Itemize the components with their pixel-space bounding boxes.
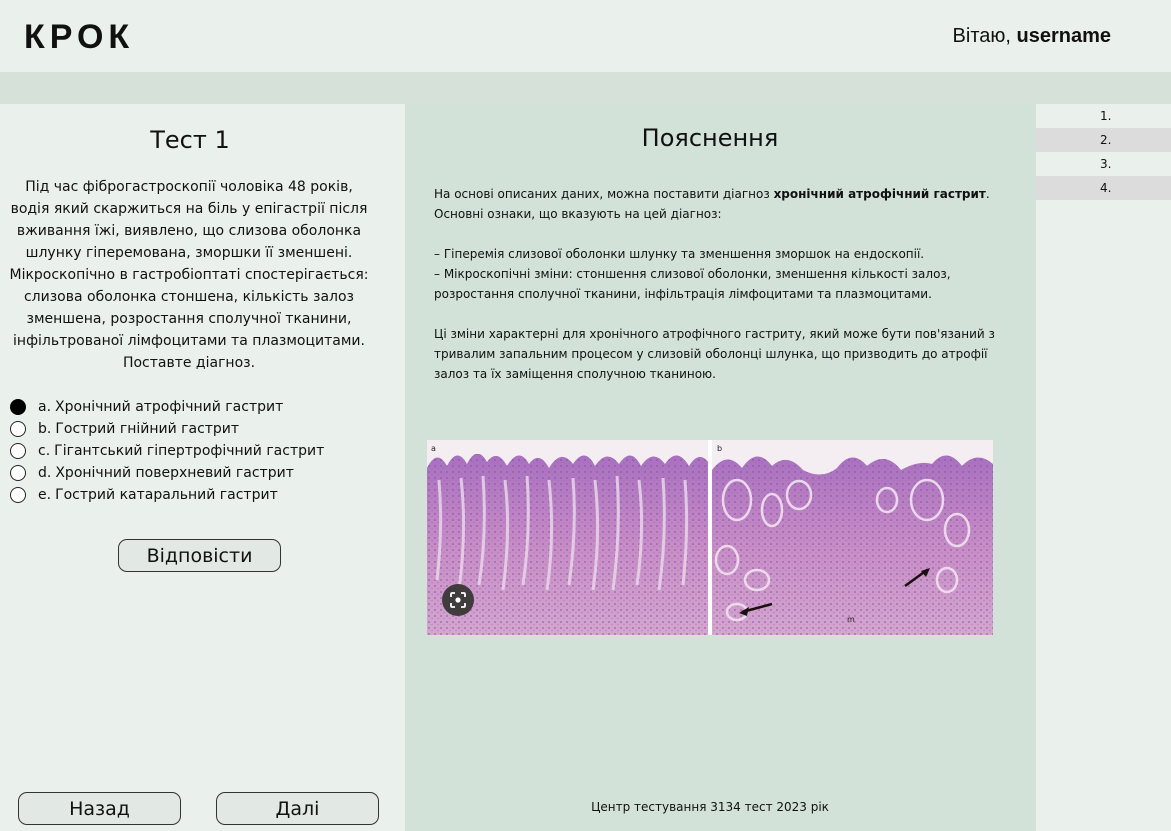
option-text: Гострий гнійний гастрит xyxy=(55,421,240,437)
option-key: b. xyxy=(38,421,52,437)
radio-e[interactable] xyxy=(10,487,26,503)
intro-after: . xyxy=(985,187,990,201)
greeting-prefix: Вітаю, xyxy=(952,25,1017,47)
app-logo[interactable]: КРОК xyxy=(24,18,134,57)
option-b[interactable]: b. Гострий гнійний гастрит xyxy=(10,418,400,440)
panel-label-a: a xyxy=(431,444,436,453)
option-key: e. xyxy=(38,487,52,503)
question-text: Під час фіброгастроскопії чоловіка 48 ро… xyxy=(9,179,369,371)
header-divider-band xyxy=(0,72,1171,104)
panel-label-m: m xyxy=(847,615,855,624)
radio-c[interactable] xyxy=(10,443,26,459)
back-button[interactable]: Назад xyxy=(18,792,181,825)
explanation-conclusion: Ці зміни характерні для хронічного атроф… xyxy=(434,327,995,381)
next-button[interactable]: Далі xyxy=(216,792,379,825)
option-text: Гігантський гіпертрофічний гастрит xyxy=(54,443,325,459)
answer-options: a. Хронічний атрофічний гастрит b. Гострий… xyxy=(10,396,400,506)
question-link-3[interactable]: 3. xyxy=(1036,152,1171,176)
question-nav: 1. 2. 3. 4. xyxy=(1036,104,1171,831)
option-text: Хронічний атрофічний гастрит xyxy=(55,399,284,415)
option-key: a. xyxy=(38,399,52,415)
question-link-2[interactable]: 2. xyxy=(1036,128,1171,152)
footer-text: Центр тестування 3134 тест 2023 рік xyxy=(591,800,829,814)
diagnosis-highlight: хронічний атрофічний гастрит xyxy=(773,187,986,201)
question-link-4[interactable]: 4. xyxy=(1036,176,1171,200)
explanation-title: Пояснення xyxy=(641,124,779,152)
signs-heading: Основні ознаки, що вказують на цей діагн… xyxy=(434,207,722,221)
explanation-text: На основі описаних даних, можна поставит… xyxy=(434,184,1014,384)
option-text: Хронічний поверхневий гастрит xyxy=(55,465,294,481)
radio-a[interactable] xyxy=(10,399,26,415)
sign-bullet-1: – Гіперемія слизової оболонки шлунку та … xyxy=(434,247,925,261)
option-key: d. xyxy=(38,465,52,481)
answer-button[interactable]: Відповісти xyxy=(118,539,281,572)
radio-d[interactable] xyxy=(10,465,26,481)
username[interactable]: username xyxy=(1017,25,1112,47)
option-a[interactable]: a. Хронічний атрофічний гастрит xyxy=(10,396,400,418)
option-c[interactable]: c. Гігантський гіпертрофічний гастрит xyxy=(10,440,400,462)
option-text: Гострий катаральний гастрит xyxy=(55,487,278,503)
panel-label-b: b xyxy=(717,444,722,453)
option-key: c. xyxy=(38,443,51,459)
explanation-panel: Пояснення На основі описаних даних, можн… xyxy=(405,104,1036,831)
option-d[interactable]: d. Хронічний поверхневий гастрит xyxy=(10,462,400,484)
user-greeting: Вітаю, username xyxy=(953,25,1111,48)
question-panel: Тест 1 Під час фіброгастроскопії чоловік… xyxy=(0,104,405,831)
histology-image: a b m xyxy=(427,440,993,635)
option-e[interactable]: e. Гострий катаральний гастрит xyxy=(10,484,400,506)
test-title: Тест 1 xyxy=(150,126,230,154)
radio-b[interactable] xyxy=(10,421,26,437)
sign-bullet-2: – Мікроскопічні зміни: стоншення слизово… xyxy=(434,267,951,301)
intro-before: На основі описаних даних, можна поставит… xyxy=(434,187,774,201)
explanation-intro: На основі описаних даних, можна поставит… xyxy=(434,184,1014,204)
top-header: КРОК Вітаю, username xyxy=(0,0,1171,72)
question-link-1[interactable]: 1. xyxy=(1036,104,1171,128)
lens-scan-icon[interactable] xyxy=(442,584,474,616)
